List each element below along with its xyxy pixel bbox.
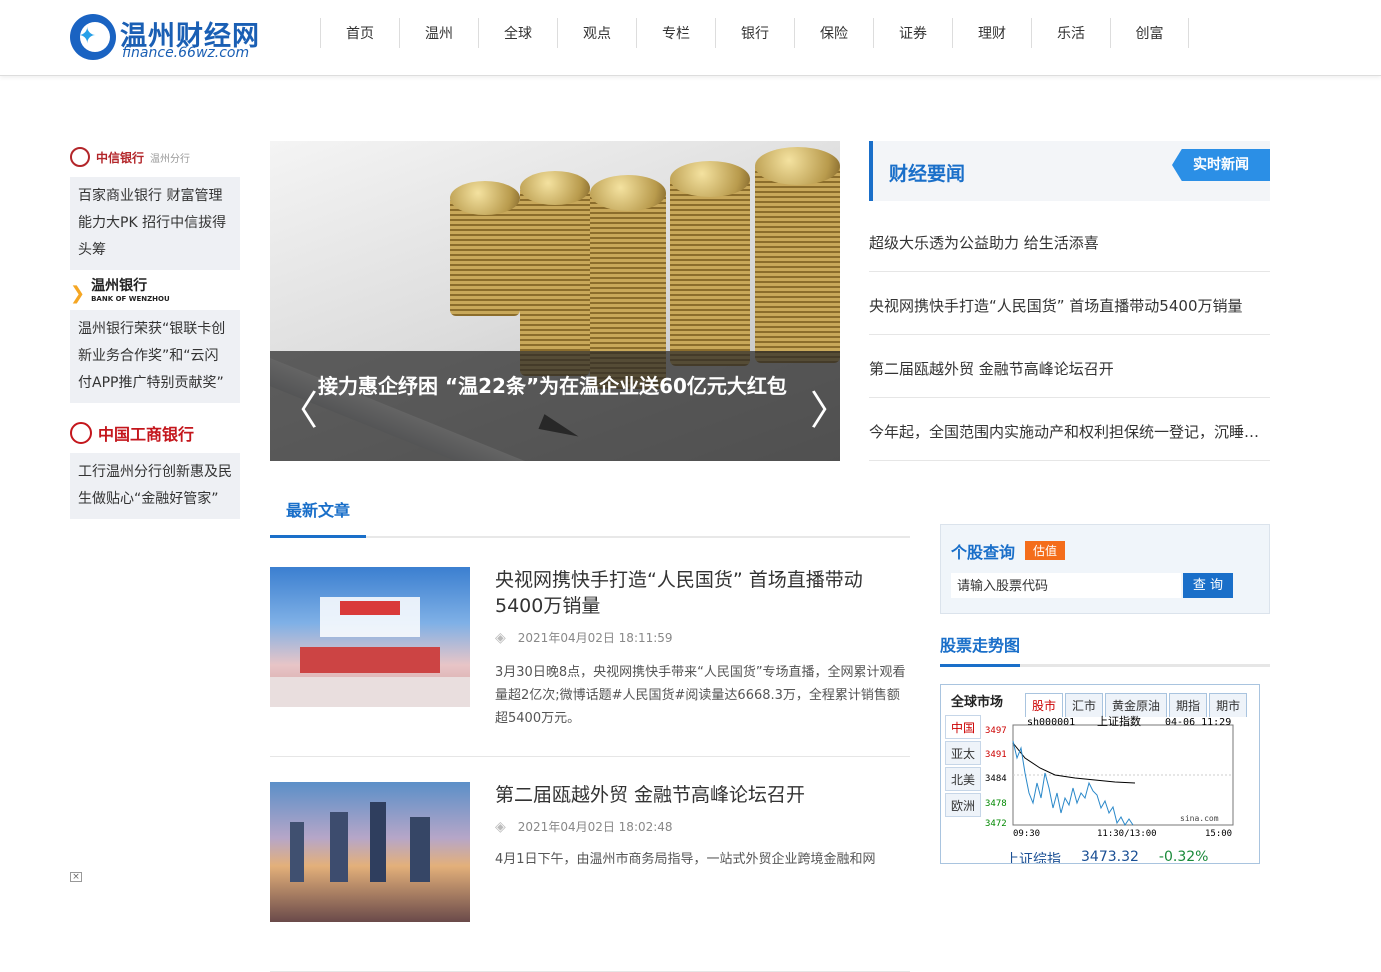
index-datetime: 04-06 11:29 xyxy=(1165,717,1231,728)
icbc-brand: 中国工商银行 xyxy=(98,425,195,444)
region-asia-pacific[interactable]: 亚太 xyxy=(945,741,981,765)
finance-news-header: 财经要闻 实时新闻 xyxy=(869,141,1270,201)
site-header: ✦ 温州财经网 finance.66wz.com 首页 温州 全球 观点 专栏 … xyxy=(0,0,1381,76)
ad-citic-text[interactable]: 百家商业银行 财富管理能力大PK 招行中信拔得头筹 xyxy=(70,177,240,270)
nav-item-lifestyle[interactable]: 乐活 xyxy=(1031,18,1110,48)
article-time: 2021年04月02日 18:11:59 xyxy=(517,631,673,645)
nav-item-global[interactable]: 全球 xyxy=(478,18,557,48)
index-ticker[interactable]: 上证综指 3473.32 -0.32% xyxy=(1005,849,1209,864)
ad-icbc[interactable]: 中国工商银行 工行温州分行创新惠及民生做贴心“金融好管家” xyxy=(70,413,240,519)
x-tick: 09:30 xyxy=(1013,829,1040,837)
valuation-badge[interactable]: 估值 xyxy=(1025,541,1066,560)
icbc-logo: 中国工商银行 xyxy=(70,413,240,453)
citic-brand-sub: 温州分行 xyxy=(150,153,191,165)
star-icon: ✦ xyxy=(78,24,97,49)
index-name: 上证指数 xyxy=(1097,714,1141,728)
site-logo[interactable]: ✦ 温州财经网 finance.66wz.com xyxy=(70,12,260,64)
y-tick: 3478 xyxy=(985,799,1007,809)
article-thumbnail[interactable] xyxy=(270,782,470,922)
region-europe[interactable]: 欧洲 xyxy=(945,793,981,817)
slider-prev-icon[interactable]: 〈 xyxy=(278,381,318,441)
article-summary: 4月1日下午，由温州市商务局指导，一站式外贸企业跨境金融和网 xyxy=(495,852,876,867)
realtime-news-tag[interactable]: 实时新闻 xyxy=(1172,149,1270,181)
ad-wenzhou-bank-text[interactable]: 温州银行荣获“银联卡创新业务合作奖”和“云闪付APP推广特别贡献奖” xyxy=(70,310,240,403)
stock-query: 个股查询 估值 查 询 xyxy=(940,524,1270,614)
news-item[interactable]: 超级大乐透为公益助力 给生活添喜 xyxy=(869,209,1270,272)
stock-query-title: 个股查询 xyxy=(951,543,1016,562)
section-divider xyxy=(940,664,1270,667)
market-title: 全球市场 xyxy=(951,695,1004,710)
article-thumbnail[interactable] xyxy=(270,567,470,707)
main-nav: 首页 温州 全球 观点 专栏 银行 保险 证券 理财 乐活 创富 xyxy=(320,18,1189,48)
finance-news-list: 超级大乐透为公益助力 给生活添喜 央视网携快手打造“人民国货” 首场直播带动54… xyxy=(869,209,1270,461)
region-china[interactable]: 中国 xyxy=(945,715,981,739)
nav-item-bank[interactable]: 银行 xyxy=(715,18,794,48)
ad-wenzhou-bank[interactable]: ❯ 温州银行 BANK OF WENZHOU 温州银行荣获“银联卡创新业务合作奖… xyxy=(70,276,240,403)
news-item[interactable]: 今年起，全国范围内实施动产和权利担保统一登记，沉睡资产将被唤醒 xyxy=(869,398,1270,461)
latest-tabs: 最新文章 xyxy=(270,491,910,538)
slider-next-icon[interactable]: 〉 xyxy=(810,381,840,441)
y-tick: 3497 xyxy=(985,726,1007,736)
nav-item-wenzhou[interactable]: 温州 xyxy=(399,18,478,48)
wenzhou-bank-brand-sub: BANK OF WENZHOU xyxy=(91,295,170,303)
region-tabs: 中国 亚太 北美 欧洲 xyxy=(945,715,981,819)
wenzhou-bank-icon: ❯ xyxy=(70,282,86,304)
x-tick: 11:30/13:00 xyxy=(1097,829,1157,837)
article-item[interactable]: 第二届瓯越外贸 金融节高峰论坛召开 ◈ 2021年04月02日 18:02:48… xyxy=(270,782,910,972)
news-item[interactable]: 央视网携快手打造“人民国货” 首场直播带动5400万销量 xyxy=(869,272,1270,335)
citic-icon xyxy=(70,147,90,167)
slide-caption[interactable]: 接力惠企纾困 “温22条”为在温企业送60亿元大红包 xyxy=(270,351,840,461)
stock-code-input[interactable] xyxy=(951,573,1181,598)
nav-item-home[interactable]: 首页 xyxy=(320,18,399,48)
article-meta: ◈ 2021年04月02日 18:11:59 xyxy=(495,629,673,646)
nav-item-securities[interactable]: 证券 xyxy=(873,18,952,48)
tag-icon: ◈ xyxy=(495,818,506,835)
site-domain: finance.66wz.com xyxy=(122,45,250,61)
finance-news: 财经要闻 实时新闻 超级大乐透为公益助力 给生活添喜 央视网携快手打造“人民国货… xyxy=(869,141,1270,461)
wenzhou-bank-brand: 温州银行 xyxy=(91,278,148,294)
ticker-value: 3473.32 xyxy=(1081,849,1139,864)
ad-citic[interactable]: 中信银行 温州分行 百家商业银行 财富管理能力大PK 招行中信拔得头筹 xyxy=(70,137,240,270)
nav-item-opinion[interactable]: 观点 xyxy=(557,18,636,48)
stock-trend-title: 股票走势图 xyxy=(940,636,1021,655)
index-chart: sh000001 上证指数 04-06 11:29 3497 3491 3484… xyxy=(985,714,1234,837)
nav-item-wealth[interactable]: 创富 xyxy=(1110,18,1189,48)
tag-icon: ◈ xyxy=(495,629,506,646)
article-meta: ◈ 2021年04月02日 18:02:48 xyxy=(495,818,673,835)
latest-articles: 最新文章 央视网携快手打造“人民国货” 首场直播带动5400万销量 ◈ 2021… xyxy=(270,491,910,972)
close-icon[interactable]: × xyxy=(70,872,82,882)
x-tick: 15:00 xyxy=(1205,829,1232,837)
article-summary: 3月30日晚8点，央视网携快手带来“人民国货”专场直播，全网累计观看量超2亿次;… xyxy=(495,665,906,726)
citic-logo: 中信银行 温州分行 xyxy=(70,137,240,177)
chart-source: sina.com xyxy=(1180,814,1219,823)
ad-icbc-text[interactable]: 工行温州分行创新惠及民生做贴心“金融好管家” xyxy=(70,453,240,519)
nav-item-insurance[interactable]: 保险 xyxy=(794,18,873,48)
citic-brand: 中信银行 xyxy=(96,150,145,165)
headline-slider[interactable]: 接力惠企纾困 “温22条”为在温企业送60亿元大红包 〈 〉 xyxy=(270,141,840,461)
query-button[interactable]: 查 询 xyxy=(1183,573,1233,598)
wenzhou-bank-logo: ❯ 温州银行 BANK OF WENZHOU xyxy=(70,276,240,310)
y-tick: 3472 xyxy=(985,819,1007,829)
article-time: 2021年04月02日 18:02:48 xyxy=(517,820,673,834)
nav-item-finance[interactable]: 理财 xyxy=(952,18,1031,48)
slide-caption-text[interactable]: 接力惠企纾困 “温22条”为在温企业送60亿元大红包 xyxy=(318,369,788,404)
index-code: sh000001 xyxy=(1027,717,1075,728)
article-title[interactable]: 第二届瓯越外贸 金融节高峰论坛召开 xyxy=(495,782,910,808)
region-north-america[interactable]: 北美 xyxy=(945,767,981,791)
tab-latest[interactable]: 最新文章 xyxy=(270,491,366,538)
ticker-name: 上证综指 xyxy=(1005,852,1061,864)
article-item[interactable]: 央视网携快手打造“人民国货” 首场直播带动5400万销量 ◈ 2021年04月0… xyxy=(270,567,910,757)
global-market-widget: 全球市场 股市 汇市 黄金原油 期指 期市 中国 亚太 北美 欧洲 sh0000… xyxy=(940,684,1260,864)
y-tick: 3484 xyxy=(985,774,1007,784)
finance-news-title: 财经要闻 xyxy=(889,163,966,185)
article-title[interactable]: 央视网携快手打造“人民国货” 首场直播带动5400万销量 xyxy=(495,567,910,619)
icbc-icon xyxy=(70,422,92,444)
news-item[interactable]: 第二届瓯越外贸 金融节高峰论坛召开 xyxy=(869,335,1270,398)
y-tick: 3491 xyxy=(985,750,1007,760)
ticker-change: -0.32% xyxy=(1158,849,1209,864)
nav-item-column[interactable]: 专栏 xyxy=(636,18,715,48)
